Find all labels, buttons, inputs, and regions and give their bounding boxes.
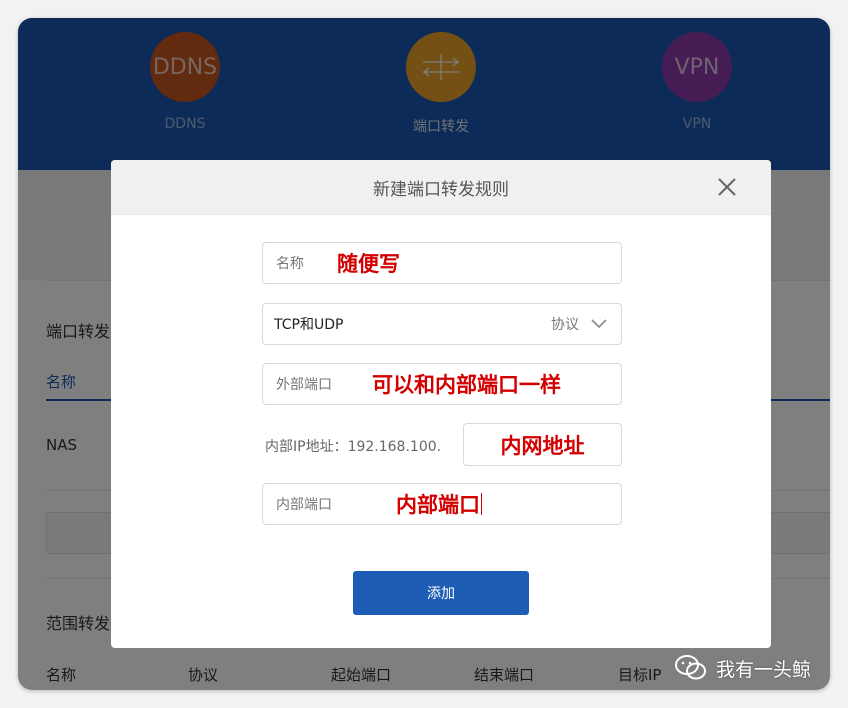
protocol-value: TCP和UDP (274, 317, 344, 333)
internal-port-annotation: 内部端口 (396, 493, 480, 517)
new-port-forward-dialog: 新建端口转发规则 名称 随便写 TCP和UDP 协议 外部端口 可以和内部端口一… (111, 160, 771, 648)
protocol-select-suffix: 协议 (551, 304, 607, 344)
text-cursor (481, 493, 482, 515)
external-port-input[interactable]: 外部端口 可以和内部端口一样 (262, 363, 622, 405)
watermark-text: 我有一头鲸 (716, 658, 812, 681)
dialog-title: 新建端口转发规则 (373, 179, 509, 200)
close-button[interactable] (715, 175, 739, 199)
name-placeholder: 名称 (276, 256, 304, 272)
internal-ip-prefix: 内部IP地址：192.168.100. (265, 439, 442, 455)
watermark: 我有一头鲸 (674, 654, 811, 682)
internal-ip-input[interactable]: 内网地址 (463, 423, 622, 466)
protocol-select[interactable]: TCP和UDP 协议 (262, 303, 622, 345)
name-annotation: 随便写 (337, 252, 400, 276)
external-port-placeholder: 外部端口 (276, 377, 332, 393)
internal-ip-annotation: 内网地址 (500, 433, 585, 458)
internal-port-placeholder: 内部端口 (276, 497, 332, 513)
external-port-annotation: 可以和内部端口一样 (372, 373, 561, 397)
add-button[interactable]: 添加 (353, 571, 529, 615)
chevron-down-icon (591, 319, 607, 329)
wechat-icon (675, 655, 706, 680)
name-input[interactable]: 名称 随便写 (262, 242, 622, 284)
internal-port-input[interactable]: 内部端口 内部端口 (262, 483, 622, 525)
dialog-header: 新建端口转发规则 (111, 160, 771, 215)
protocol-label: 协议 (551, 317, 579, 333)
close-icon (718, 178, 736, 196)
